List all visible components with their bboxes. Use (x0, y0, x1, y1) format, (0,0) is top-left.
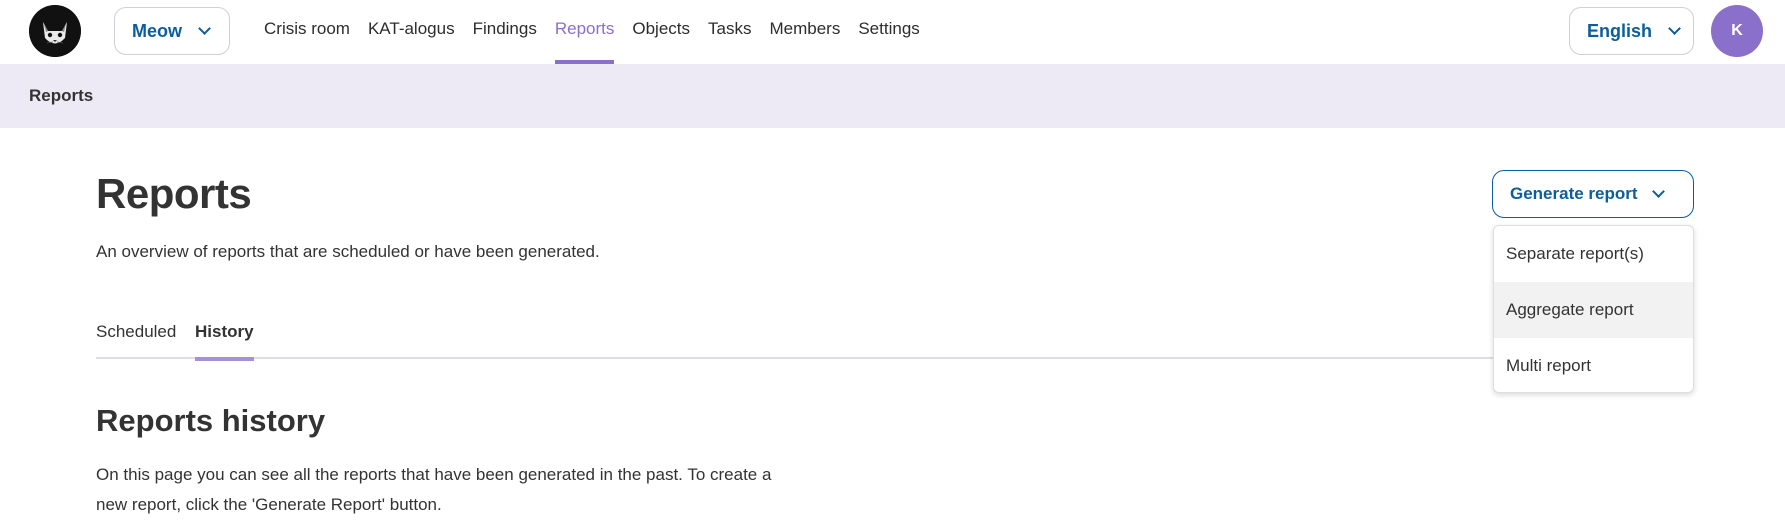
breadcrumb-bar: Reports (0, 64, 1785, 128)
top-navigation: Meow Crisis room KAT-alogus Findings Rep… (0, 0, 1785, 64)
nav-findings[interactable]: Findings (473, 0, 537, 64)
section-description: On this page you can see all the reports… (96, 465, 772, 514)
language-select[interactable]: English (1569, 7, 1694, 55)
chevron-down-icon (1651, 185, 1665, 198)
menu-item-multi-report[interactable]: Multi report (1494, 338, 1693, 392)
nav-reports[interactable]: Reports (554, 0, 614, 64)
tab-scheduled[interactable]: Scheduled (96, 322, 176, 359)
user-avatar[interactable]: K (1711, 5, 1763, 57)
breadcrumb-current[interactable]: Reports (29, 86, 93, 106)
nav-members[interactable]: Members (769, 0, 840, 64)
language-label: English (1587, 20, 1653, 41)
chevron-down-icon (1668, 22, 1681, 35)
menu-item-separate-reports[interactable]: Separate report(s) (1494, 226, 1693, 282)
section-title: Reports history (96, 403, 326, 438)
tab-history[interactable]: History (195, 322, 254, 361)
nav-objects[interactable]: Objects (632, 0, 690, 64)
menu-item-aggregate-report[interactable]: Aggregate report (1494, 282, 1693, 338)
report-tabs: Scheduled History (96, 315, 1694, 361)
nav-crisis-room[interactable]: Crisis room (264, 0, 350, 64)
page-subtitle: An overview of reports that are schedule… (96, 242, 600, 261)
generate-report-button[interactable]: Generate report (1492, 170, 1694, 218)
page-title: Reports (96, 170, 252, 217)
nav-settings[interactable]: Settings (858, 0, 919, 64)
chevron-down-icon (198, 22, 211, 35)
generate-report-label: Generate report (1510, 184, 1638, 203)
main-nav: Crisis room KAT-alogus Findings Reports … (264, 0, 938, 64)
nav-tasks[interactable]: Tasks (708, 0, 751, 64)
organization-label: Meow (132, 20, 183, 41)
organization-select[interactable]: Meow (114, 7, 230, 55)
nav-katalogus[interactable]: KAT-alogus (368, 0, 455, 64)
generate-report-menu: Separate report(s) Aggregate report Mult… (1493, 225, 1694, 393)
cat-logo-icon[interactable] (29, 5, 81, 57)
